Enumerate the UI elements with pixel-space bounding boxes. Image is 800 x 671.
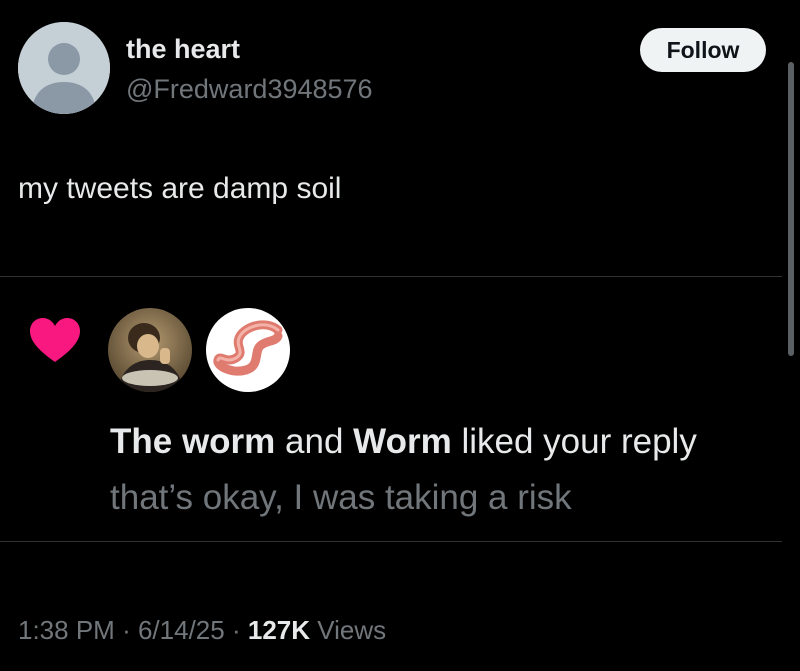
connector-text: and xyxy=(285,422,344,461)
follow-button[interactable]: Follow xyxy=(640,28,766,72)
user-handle[interactable]: @Fredward3948576 xyxy=(126,74,373,105)
liker-name-2[interactable]: Worm xyxy=(353,422,452,461)
tweet-meta: 1:38 PM · 6/14/25 · 127K Views xyxy=(18,615,386,646)
liker-avatar-painting[interactable] xyxy=(108,308,192,392)
user-avatar[interactable] xyxy=(18,22,110,114)
scrollbar[interactable] xyxy=(788,62,794,356)
heart-icon xyxy=(30,318,80,362)
divider xyxy=(0,276,782,277)
action-text: liked your reply xyxy=(461,422,697,461)
default-avatar-icon xyxy=(18,22,110,114)
views-label: Views xyxy=(317,615,387,645)
liker-avatar-worm[interactable] xyxy=(206,308,290,392)
views-count: 127K xyxy=(247,615,311,645)
display-name[interactable]: the heart xyxy=(126,34,240,65)
painting-avatar-icon xyxy=(108,308,192,392)
tweet-text: my tweets are damp soil xyxy=(18,172,342,205)
like-notification[interactable]: The worm and Worm liked your reply xyxy=(110,422,697,462)
tweet-time[interactable]: 1:38 PM xyxy=(18,615,115,645)
worm-avatar-icon xyxy=(206,308,290,392)
divider xyxy=(0,541,782,542)
liker-name-1[interactable]: The worm xyxy=(110,422,275,461)
tweet-date[interactable]: 6/14/25 xyxy=(138,615,225,645)
reply-text: that’s okay, I was taking a risk xyxy=(110,478,572,517)
separator: · xyxy=(231,615,241,645)
separator: · xyxy=(122,615,131,645)
